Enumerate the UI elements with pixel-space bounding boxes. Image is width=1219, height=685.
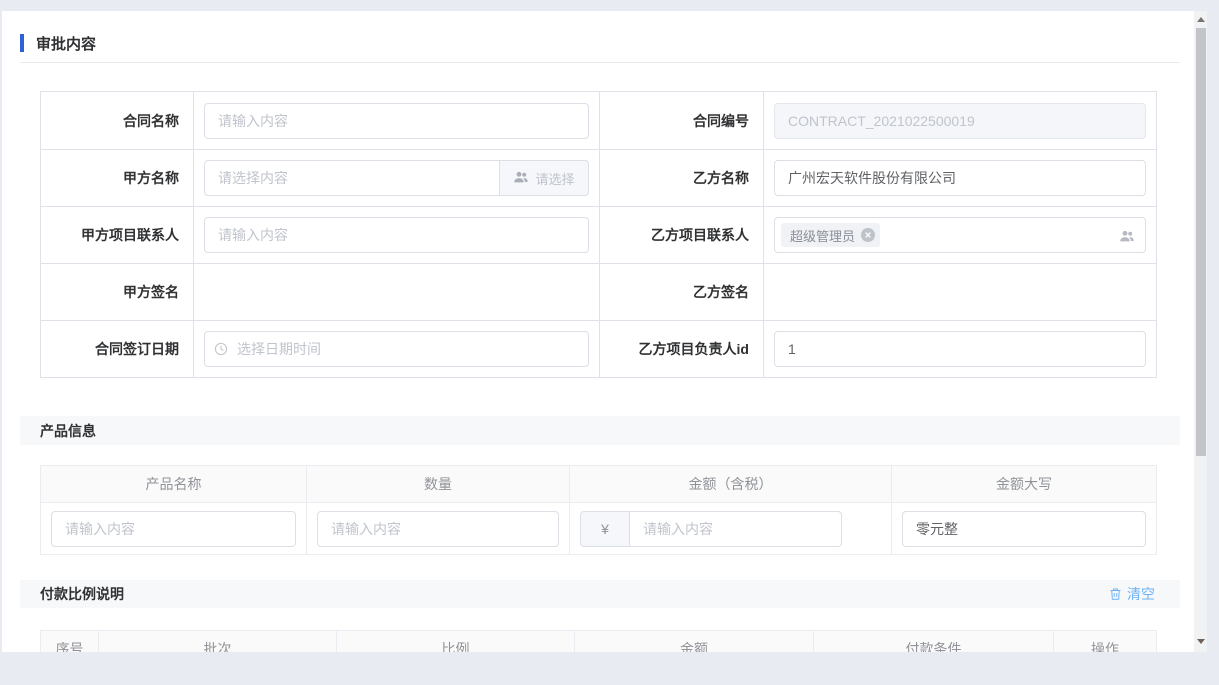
sign-date-label: 合同签订日期 [41, 320, 193, 377]
product-col-quantity: 数量 [306, 466, 569, 503]
scrollbar-up-arrow-icon[interactable] [1197, 17, 1205, 22]
currency-symbol: ¥ [580, 511, 630, 547]
party-b-owner-id-cell [763, 320, 1156, 377]
contract-no-label: 合同编号 [599, 92, 763, 149]
party-a-contact-label: 甲方项目联系人 [41, 206, 193, 263]
party-a-signature-cell [193, 263, 599, 320]
payment-section-bar: 付款比例说明 清空 [20, 580, 1180, 608]
product-quantity-input[interactable] [317, 511, 559, 547]
approval-form-card: 审批内容 合同名称 合同编号 甲方名称 请选择 乙方名称 [2, 11, 1207, 652]
people-icon [513, 169, 529, 188]
product-col-name: 产品名称 [41, 466, 306, 503]
approval-section-header: 审批内容 [20, 33, 96, 53]
product-name-cell [41, 503, 306, 554]
clock-icon [214, 342, 228, 361]
payment-table: 序号 批次 比例 金额 付款条件 操作 [40, 630, 1157, 652]
people-icon[interactable] [1119, 228, 1135, 249]
contract-name-label: 合同名称 [41, 92, 193, 149]
product-amount-cell: ¥ [569, 503, 891, 554]
product-section-bar: 产品信息 [20, 416, 1180, 445]
party-b-contact-label: 乙方项目联系人 [599, 206, 763, 263]
party-a-select-label: 请选择 [535, 169, 574, 188]
payment-col-index: 序号 [41, 631, 98, 652]
date-picker[interactable] [204, 331, 589, 367]
amount-input-group: ¥ [580, 511, 842, 547]
trash-icon [1109, 587, 1122, 601]
product-section-title: 产品信息 [40, 421, 96, 441]
tag-close-icon[interactable] [861, 228, 875, 242]
sign-date-cell [193, 320, 599, 377]
contract-no-input [774, 103, 1146, 139]
clear-button-label: 清空 [1127, 584, 1155, 604]
party-b-name-label: 乙方名称 [599, 149, 763, 206]
vertical-scrollbar[interactable] [1194, 11, 1207, 652]
product-col-amount-words: 金额大写 [891, 466, 1156, 503]
scrollbar-down-arrow-icon[interactable] [1197, 639, 1205, 644]
party-a-signature-label: 甲方签名 [41, 263, 193, 320]
party-a-contact-cell [193, 206, 599, 263]
party-a-select-button[interactable]: 请选择 [499, 160, 589, 196]
party-a-name-cell: 请选择 [193, 149, 599, 206]
payment-col-batch: 批次 [98, 631, 336, 652]
party-b-name-cell [763, 149, 1156, 206]
contract-name-cell [193, 92, 599, 149]
party-b-name-input[interactable] [774, 160, 1146, 196]
product-col-amount: 金额（含税） [569, 466, 891, 503]
clear-button[interactable]: 清空 [1109, 584, 1155, 604]
party-b-signature-cell [763, 263, 1156, 320]
product-name-input[interactable] [51, 511, 296, 547]
product-table: 产品名称 数量 金额（含税） 金额大写 ¥ [40, 465, 1157, 555]
product-amount-words-input[interactable] [902, 511, 1146, 547]
contract-no-cell [763, 92, 1156, 149]
party-b-contact-selector[interactable]: 超级管理员 [774, 217, 1146, 253]
party-b-signature-label: 乙方签名 [599, 263, 763, 320]
contract-name-input[interactable] [204, 103, 589, 139]
product-amount-words-cell [891, 503, 1156, 554]
selected-user-tag: 超级管理员 [781, 223, 880, 247]
section-accent-bar [20, 34, 24, 52]
scrollbar-thumb[interactable] [1196, 28, 1206, 456]
party-b-owner-id-label: 乙方项目负责人id [599, 320, 763, 377]
sign-date-input[interactable] [204, 331, 589, 367]
party-a-name-input[interactable] [204, 160, 500, 196]
section-title: 审批内容 [36, 33, 96, 54]
selected-user-name: 超级管理员 [790, 226, 855, 245]
payment-col-condition: 付款条件 [813, 631, 1053, 652]
payment-col-amount: 金额 [574, 631, 813, 652]
party-a-name-label: 甲方名称 [41, 149, 193, 206]
product-quantity-cell [306, 503, 569, 554]
payment-col-ratio: 比例 [336, 631, 574, 652]
payment-section-title: 付款比例说明 [40, 584, 124, 604]
party-b-owner-id-input[interactable] [774, 331, 1146, 367]
contract-form-table: 合同名称 合同编号 甲方名称 请选择 乙方名称 甲方项 [40, 91, 1157, 378]
header-divider [20, 62, 1180, 63]
product-amount-input[interactable] [629, 511, 842, 547]
party-a-contact-input[interactable] [204, 217, 589, 253]
party-a-name-group: 请选择 [204, 160, 589, 196]
payment-col-action: 操作 [1053, 631, 1156, 652]
party-b-contact-cell: 超级管理员 [763, 206, 1156, 263]
